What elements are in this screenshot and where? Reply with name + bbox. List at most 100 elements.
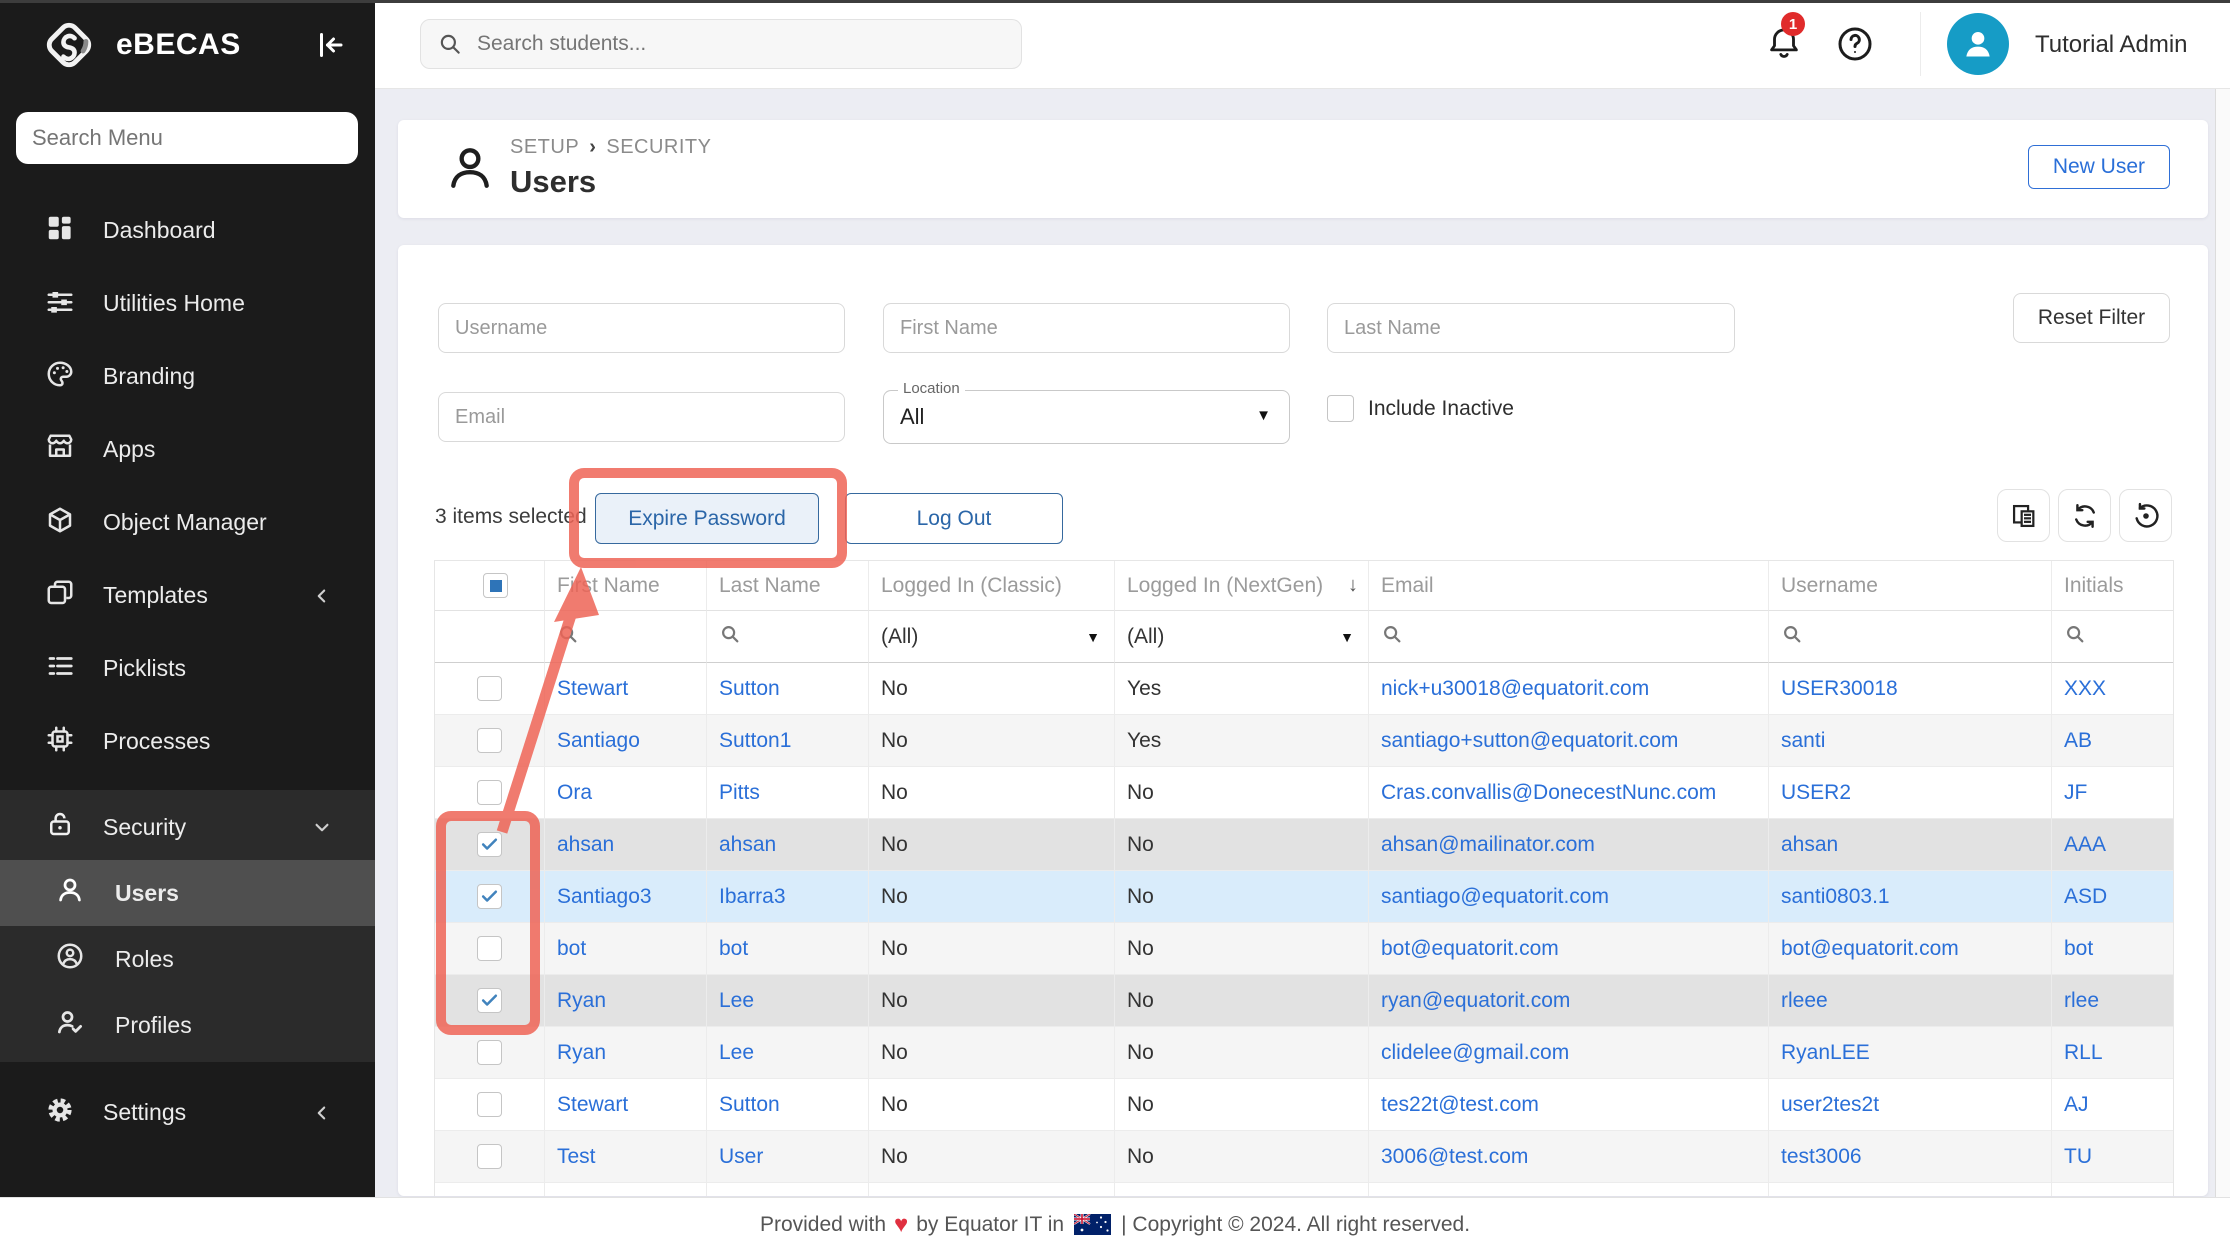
- cell-email[interactable]: clidelee@gmail.com: [1369, 1027, 1769, 1079]
- row-checkbox[interactable]: [477, 728, 502, 753]
- sidebar-item-templates[interactable]: Templates: [0, 559, 375, 632]
- table-row[interactable]: OraPittsNoNoCras.convallis@DonecestNunc.…: [435, 767, 2173, 819]
- cell-username[interactable]: USER30018: [1769, 663, 2052, 715]
- filter-cell-initials[interactable]: [2052, 611, 2173, 663]
- location-select[interactable]: Location All ▼: [883, 390, 1290, 444]
- cell-username[interactable]: 0307_1@test.com: [1769, 1183, 2052, 1196]
- select-all-checkbox[interactable]: [483, 573, 508, 598]
- sidebar-item-dashboard[interactable]: Dashboard: [0, 194, 375, 267]
- cell-email[interactable]: santiago+sutton@equatorit.com: [1369, 715, 1769, 767]
- header-email[interactable]: Email: [1369, 561, 1769, 611]
- cell-email[interactable]: Cras.convallis@DonecestNunc.com: [1369, 767, 1769, 819]
- include-inactive-toggle[interactable]: Include Inactive: [1327, 395, 1514, 422]
- column-chooser-button[interactable]: [1997, 489, 2050, 542]
- row-checkbox-checked[interactable]: [477, 832, 502, 857]
- cell-username[interactable]: RyanLEE: [1769, 1027, 2052, 1079]
- row-checkbox-checked[interactable]: [477, 988, 502, 1013]
- sidebar-item-apps[interactable]: Apps: [0, 413, 375, 486]
- sidebar-item-security[interactable]: Security: [0, 794, 375, 860]
- filter-cell-first-name[interactable]: [545, 611, 707, 663]
- cell-username[interactable]: test3006: [1769, 1131, 2052, 1183]
- student-search-input[interactable]: [475, 31, 999, 57]
- filter-cell-username[interactable]: [1769, 611, 2052, 663]
- filter-username-input[interactable]: [438, 303, 845, 353]
- filter-email-input[interactable]: [438, 392, 845, 442]
- header-logged-in-nextgen[interactable]: Logged In (NextGen) ↓: [1115, 561, 1369, 611]
- table-row[interactable]: TestUserNoNo3006@test.comtest3006TU: [435, 1131, 2173, 1183]
- cell-username[interactable]: santi0803.1: [1769, 871, 2052, 923]
- cell-last-name[interactable]: Lee: [707, 975, 869, 1027]
- cell-last-name[interactable]: Pitts: [707, 767, 869, 819]
- cell-username[interactable]: rleee: [1769, 975, 2052, 1027]
- refresh-button[interactable]: [2058, 489, 2111, 542]
- cell-first-name[interactable]: Santiago: [545, 715, 707, 767]
- sidebar-item-utilities-home[interactable]: Utilities Home: [0, 267, 375, 340]
- cell-username[interactable]: bot@equatorit.com: [1769, 923, 2052, 975]
- cell-last-name[interactable]: ahsan: [707, 819, 869, 871]
- notifications-button[interactable]: 1: [1765, 22, 1803, 65]
- table-row[interactable]: RyanLeeNoNoclidelee@gmail.comRyanLEERLL: [435, 1027, 2173, 1079]
- filter-last-name-input[interactable]: [1327, 303, 1735, 353]
- sidebar-item-processes[interactable]: Processes: [0, 705, 375, 778]
- cell-first-name[interactable]: Ryan: [545, 975, 707, 1027]
- new-user-button[interactable]: New User: [2028, 145, 2170, 189]
- row-checkbox-checked[interactable]: [477, 884, 502, 909]
- sidebar-collapse-icon[interactable]: [311, 27, 347, 63]
- sidebar-item-branding[interactable]: Branding: [0, 340, 375, 413]
- row-checkbox[interactable]: [477, 936, 502, 961]
- cell-last-name[interactable]: Sutton: [707, 663, 869, 715]
- breadcrumb-setup[interactable]: SETUP: [510, 136, 579, 158]
- sidebar-item-profiles[interactable]: Profiles: [0, 992, 375, 1058]
- cell-email[interactable]: 3006@test.com: [1369, 1131, 1769, 1183]
- include-inactive-checkbox[interactable]: [1327, 395, 1354, 422]
- sidebar-item-users[interactable]: Users: [0, 860, 375, 926]
- user-name[interactable]: Tutorial Admin: [2035, 31, 2188, 59]
- reset-filter-button[interactable]: Reset Filter: [2013, 293, 2170, 343]
- cell-email[interactable]: bot@equatorit.com: [1369, 923, 1769, 975]
- cell-last-name[interactable]: Sutton1: [707, 715, 869, 767]
- sidebar-item-object-manager[interactable]: Object Manager: [0, 486, 375, 559]
- header-first-name[interactable]: First Name: [545, 561, 707, 611]
- table-row[interactable]: StewartSuttonNoNotes22t@test.comuser2tes…: [435, 1079, 2173, 1131]
- filter-cell-email[interactable]: [1369, 611, 1769, 663]
- cell-username[interactable]: USER2: [1769, 767, 2052, 819]
- cell-initials[interactable]: JF: [2052, 767, 2173, 819]
- sort-descending-icon[interactable]: ↓: [1348, 561, 1358, 610]
- cell-last-name[interactable]: bot: [707, 923, 869, 975]
- table-row[interactable]: ahsanahsanNoNoahsan@mailinator.comahsanA…: [435, 819, 2173, 871]
- user-avatar[interactable]: [1947, 13, 2009, 75]
- cell-email[interactable]: nick+u30018@equatorit.com: [1369, 663, 1769, 715]
- cell-username[interactable]: user2tes2t: [1769, 1079, 2052, 1131]
- header-logged-in-classic[interactable]: Logged In (Classic): [869, 561, 1115, 611]
- cell-first-name[interactable]: Stewart: [545, 663, 707, 715]
- cell-first-name[interactable]: Santiago3: [545, 871, 707, 923]
- help-button[interactable]: [1835, 24, 1875, 69]
- table-row[interactable]: RyanLeeNoNoryan@equatorit.comrleeerlee: [435, 975, 2173, 1027]
- expire-password-button[interactable]: Expire Password: [595, 493, 819, 544]
- cell-first-name[interactable]: Test: [545, 1131, 707, 1183]
- cell-initials[interactable]: ASD: [2052, 871, 2173, 923]
- row-checkbox[interactable]: [477, 1092, 502, 1117]
- header-last-name[interactable]: Last Name: [707, 561, 869, 611]
- cell-initials[interactable]: XXX: [2052, 663, 2173, 715]
- filter-cell-nextgen[interactable]: (All)▼: [1115, 611, 1369, 663]
- sidebar-item-settings[interactable]: Settings: [0, 1076, 375, 1149]
- sidebar-search-input[interactable]: [16, 112, 358, 164]
- cell-first-name[interactable]: ahsan: [545, 819, 707, 871]
- cell-initials[interactable]: RLL: [2052, 1027, 2173, 1079]
- table-row[interactable]: StewartSuttonNoNo0307_1@test.com0307_1@t…: [435, 1183, 2173, 1196]
- filter-cell-last-name[interactable]: [707, 611, 869, 663]
- cell-initials[interactable]: AB: [2052, 715, 2173, 767]
- sidebar-item-picklists[interactable]: Picklists: [0, 632, 375, 705]
- cell-initials[interactable]: AJSS: [2052, 1183, 2173, 1196]
- cell-first-name[interactable]: Ora: [545, 767, 707, 819]
- cell-initials[interactable]: TU: [2052, 1131, 2173, 1183]
- cell-email[interactable]: ahsan@mailinator.com: [1369, 819, 1769, 871]
- log-out-button[interactable]: Log Out: [845, 493, 1063, 544]
- row-checkbox[interactable]: [477, 1144, 502, 1169]
- cell-email[interactable]: ryan@equatorit.com: [1369, 975, 1769, 1027]
- cell-last-name[interactable]: User: [707, 1131, 869, 1183]
- filter-cell-classic[interactable]: (All)▼: [869, 611, 1115, 663]
- vertical-scrollbar[interactable]: [2215, 88, 2230, 1197]
- filter-first-name-input[interactable]: [883, 303, 1290, 353]
